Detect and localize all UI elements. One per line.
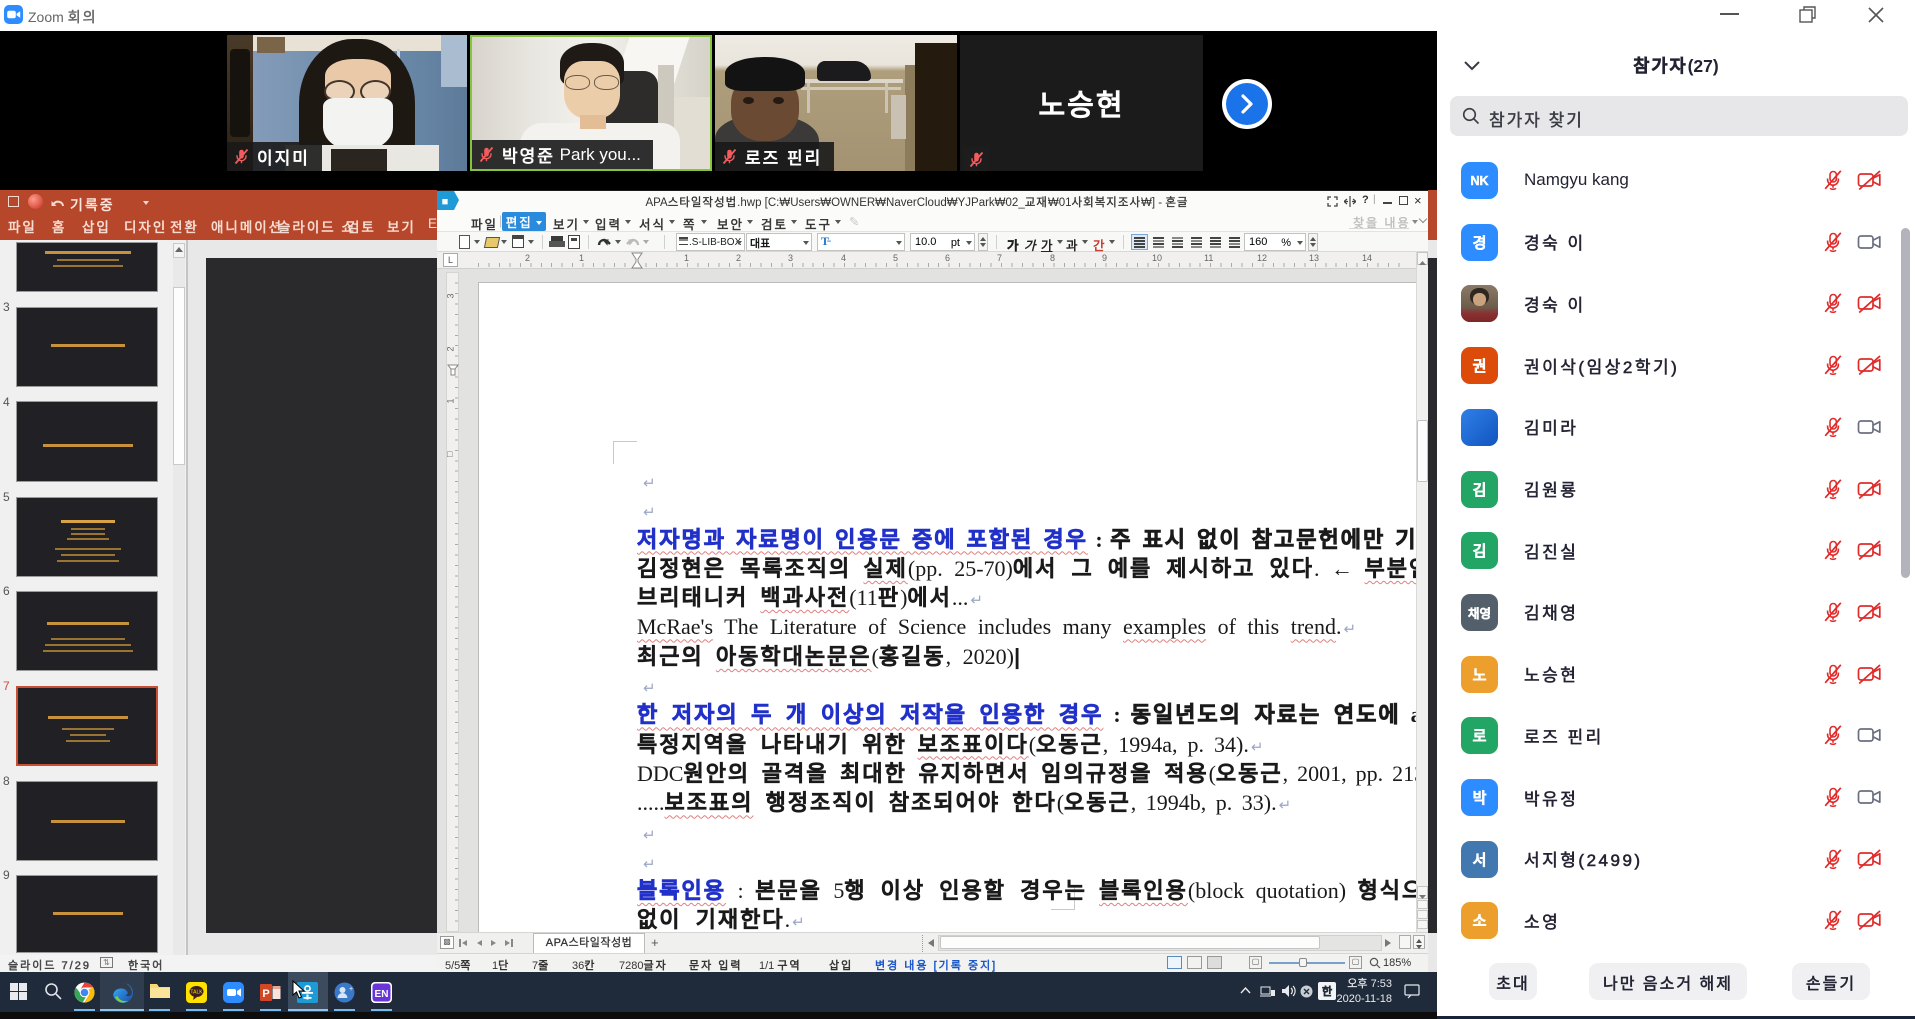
svg-text:+: +	[349, 986, 353, 993]
svg-text:P: P	[262, 988, 269, 1000]
svg-text:TALK: TALK	[190, 990, 203, 996]
svg-text:EN: EN	[375, 989, 389, 1000]
